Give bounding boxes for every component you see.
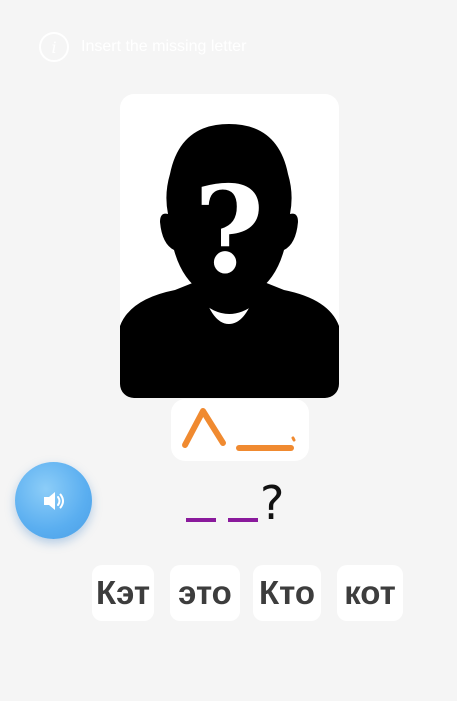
answer-options: Кэт это Кто кот [90, 565, 406, 621]
option-button-2[interactable]: это [170, 565, 240, 621]
picture-card: ? [120, 94, 339, 398]
instruction-text: Insert the missing letter [81, 38, 247, 55]
option-button-4[interactable]: кот [337, 565, 403, 621]
unknown-person-question-icon: ? [120, 124, 339, 398]
speaker-icon [43, 491, 64, 510]
play-audio-button[interactable] [15, 462, 92, 539]
handwriting-stroke-icon [182, 408, 296, 451]
option-button-3[interactable]: Кто [253, 565, 321, 621]
handwriting-hint [171, 399, 309, 461]
instruction-bar: i Insert the missing letter [39, 31, 246, 63]
option-button-1[interactable]: Кэт [92, 565, 154, 621]
answer-blank-2 [228, 518, 258, 522]
info-icon[interactable]: i [39, 32, 69, 62]
answer-line: ? [186, 466, 284, 532]
answer-blank-1 [186, 518, 216, 522]
answer-question-mark: ? [260, 476, 285, 530]
question-mark-glyph: ? [194, 160, 264, 301]
